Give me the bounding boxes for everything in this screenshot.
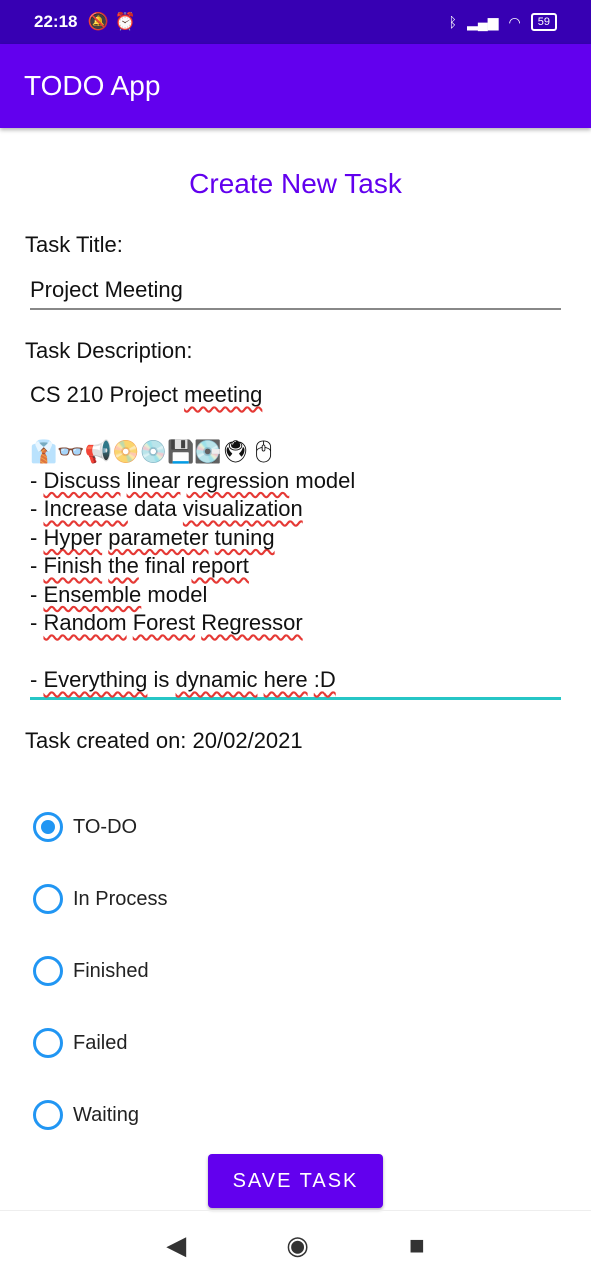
misspelled-word: regression [186,467,290,493]
description-line: 👔👓📢📀💿💾💽🖲🖱 [30,438,561,467]
text-segment: 👔👓📢📀💿💾💽🖲🖱 [30,439,278,464]
text-segment: - [30,581,44,607]
description-line [30,638,561,667]
app-bar: TODO App [0,44,591,128]
status-bar: 22:18 🔕 ⏰ ᛒ ▂▄▆ ◠ 59 [0,0,591,44]
radio-to-do[interactable]: TO-DO [33,812,137,842]
text-segment: model [141,581,208,607]
text-segment: is [147,667,176,692]
home-icon[interactable]: ◉ [286,1230,309,1261]
radio-label: Failed [73,1031,128,1054]
radio-waiting[interactable]: Waiting [33,1100,139,1130]
wifi-icon: ◠ [508,13,521,30]
mute-icon: 🔕 [87,12,109,31]
text-segment: data [127,496,183,521]
clock: 22:18 [34,12,78,31]
text-segment: - [30,496,44,521]
app-title: TODO App [24,70,161,101]
alarm-icon: ⏰ [114,12,136,31]
misspelled-word: Finish [43,553,103,578]
description-line: - Ensemble model [30,581,561,610]
description-line: - Increase data visualization [30,495,561,524]
text-segment [30,639,36,664]
radio-circle[interactable] [33,884,63,914]
radio-circle[interactable] [33,1100,63,1130]
task-description-input[interactable]: CS 210 Project meeting 👔👓📢📀💿💾💽🖲🖱 - Discus… [30,381,561,700]
text-segment: - [30,467,44,493]
navigation-bar: ◀ ◉ ■ [0,1210,591,1280]
radio-dot [41,820,55,834]
misspelled-word: :D [313,667,336,692]
radio-circle[interactable] [33,956,63,986]
misspelled-word: Everything [43,667,148,692]
text-segment: final [138,553,192,578]
radio-label: Finished [73,959,149,982]
description-line: - Everything is dynamic here :D [30,666,561,695]
radio-label: Waiting [73,1103,139,1126]
misspelled-word: Hyper [43,524,103,550]
misspelled-word: visualization [182,496,303,521]
description-line [30,410,561,439]
task-title-input[interactable]: Project Meeting [30,276,561,310]
text-segment: - [30,667,44,692]
text-segment: model [289,467,356,493]
back-icon[interactable]: ◀ [166,1230,186,1261]
text-segment: CS 210 Project [30,382,185,407]
radio-label: TO-DO [73,815,138,838]
radio-circle[interactable] [33,812,63,842]
text-segment: - [30,553,44,578]
misspelled-word: linear [126,467,181,493]
task-title-label: Task Title: [25,232,123,257]
radio-finished[interactable]: Finished [33,956,149,986]
description-line: CS 210 Project meeting [30,381,561,410]
bluetooth-icon: ᛒ [448,14,458,30]
misspelled-word: Discuss [43,467,121,493]
radio-label: In Process [73,887,168,910]
battery-icon: 59 [530,13,557,31]
recents-icon[interactable]: ■ [409,1230,425,1261]
text-segment: - [30,524,44,550]
misspelled-word: Ensemble [43,581,142,607]
radio-failed[interactable]: Failed [33,1028,127,1058]
misspelled-word: Increase [43,496,128,521]
misspelled-word: parameter [108,524,209,550]
text-segment: - [30,610,44,635]
radio-in-process[interactable]: In Process [33,884,167,914]
misspelled-word: here [263,667,308,692]
page-title: Create New Task [189,168,402,199]
description-line: - Finish the final report [30,552,561,581]
description-line: - Hyper parameter tuning [30,524,561,553]
misspelled-word: Random [43,610,127,635]
description-line: - Random Forest Regressor [30,609,561,638]
misspelled-word: meeting [184,382,263,407]
misspelled-word: report [191,553,249,578]
misspelled-word: dynamic [175,667,258,692]
task-created-date: Task created on: 20/02/2021 [25,728,303,753]
description-line: - Discuss linear regression model [30,467,561,496]
misspelled-word: tuning [214,524,275,550]
misspelled-word: Regressor [201,610,303,635]
misspelled-word: the [108,553,139,578]
radio-circle[interactable] [33,1028,63,1058]
save-task-button[interactable]: SAVE TASK [208,1154,383,1208]
misspelled-word: Forest [132,610,196,635]
signal-icon: ▂▄▆ [467,13,499,30]
task-description-label: Task Description: [25,338,193,363]
text-segment [30,411,36,436]
